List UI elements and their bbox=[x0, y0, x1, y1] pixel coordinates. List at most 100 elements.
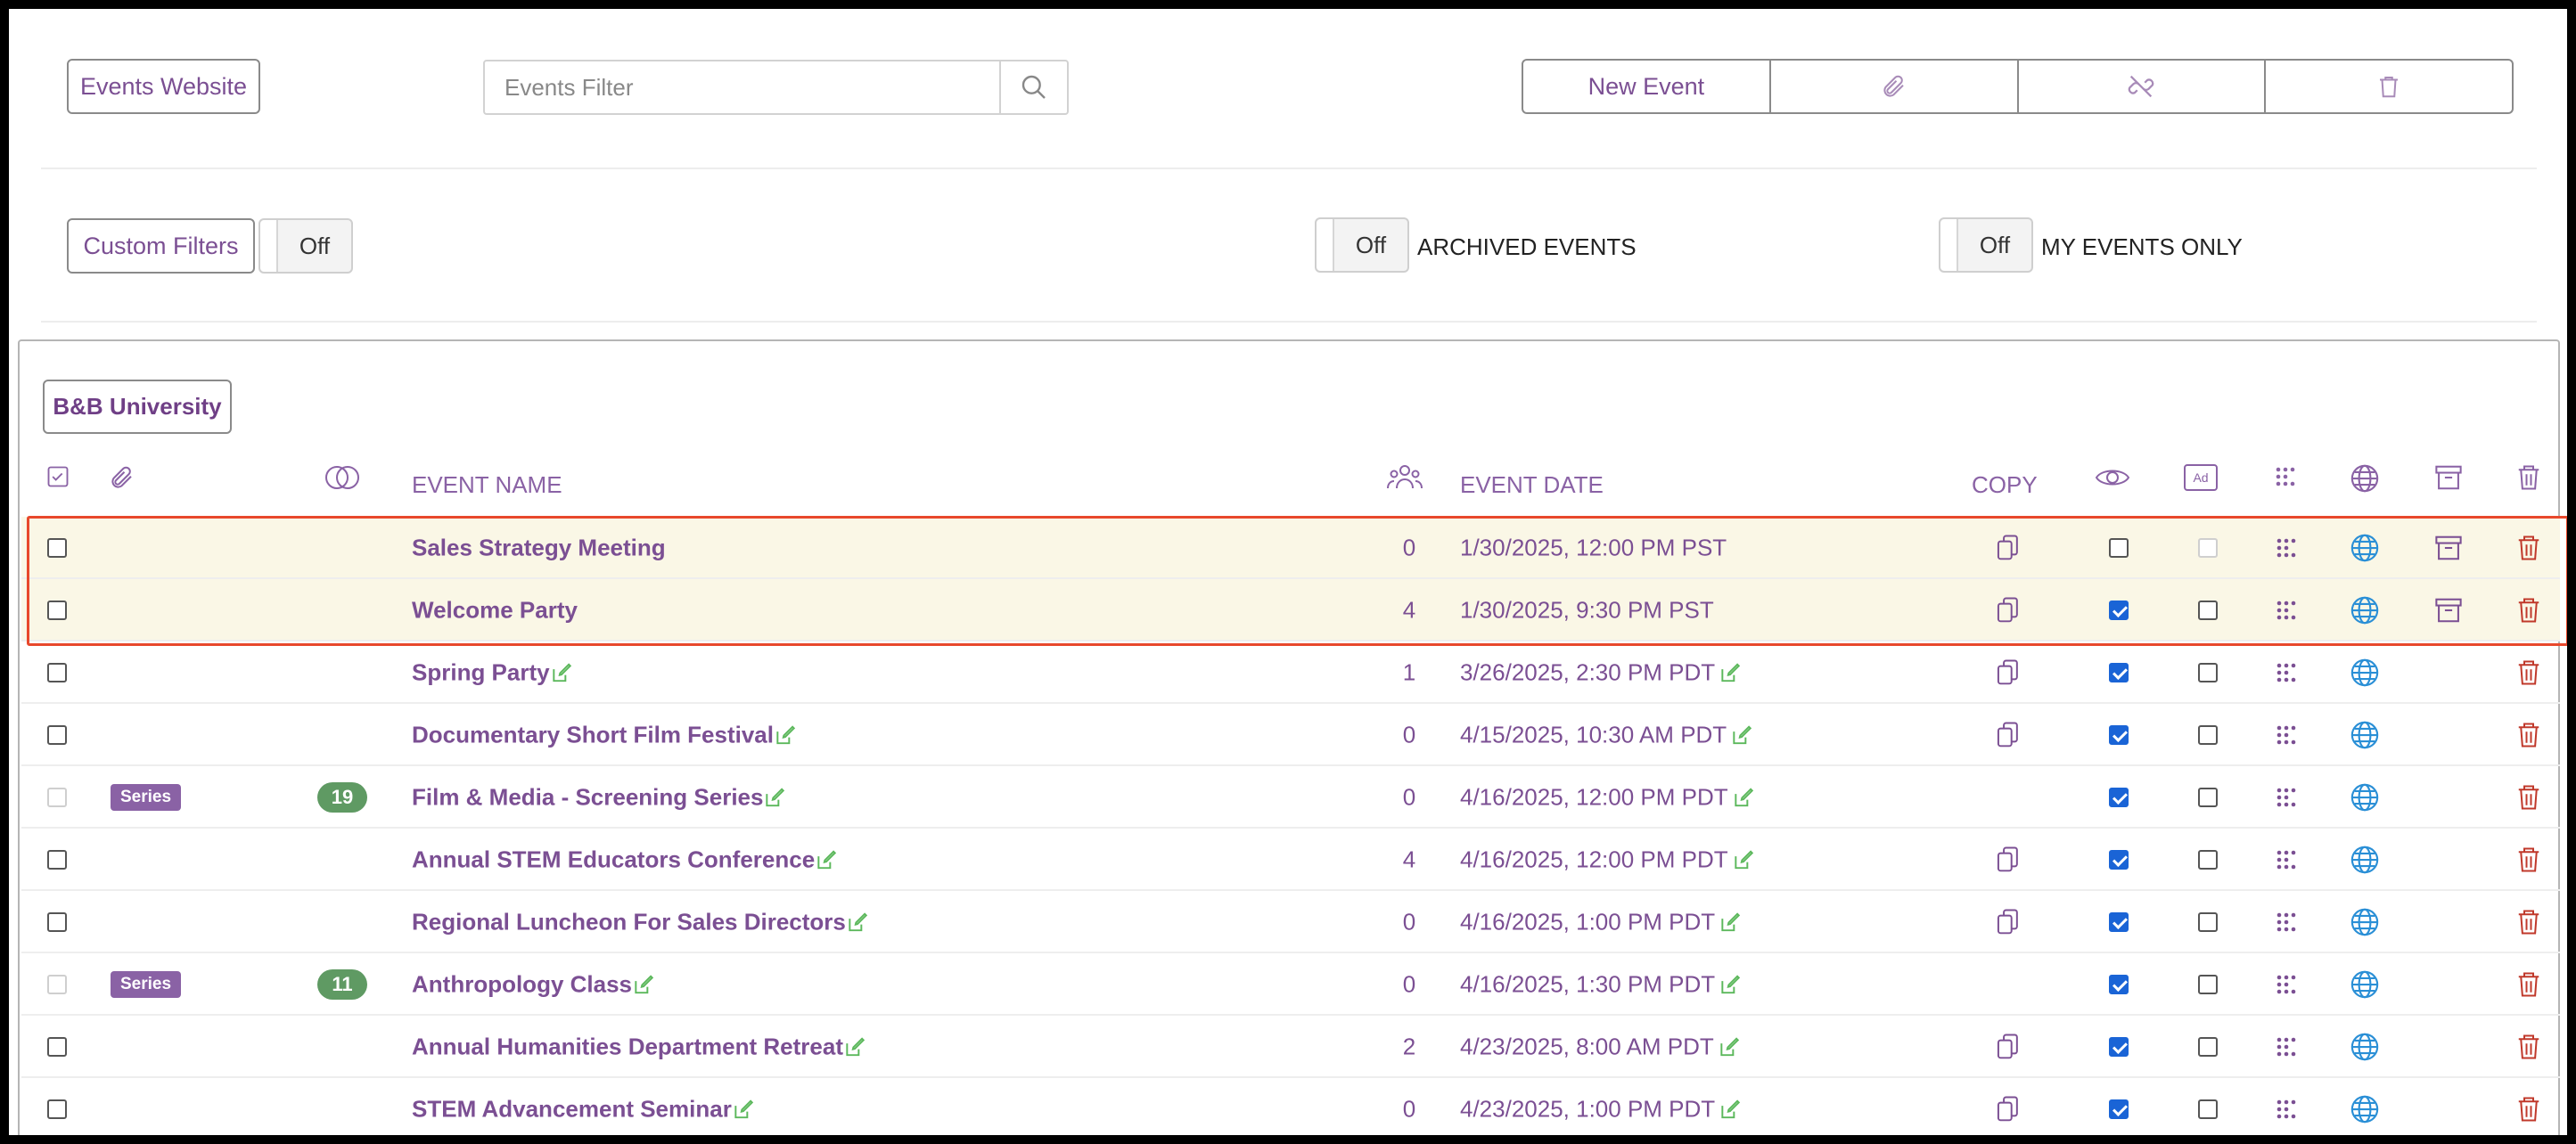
my-events-only-toggle[interactable]: Off bbox=[1939, 217, 2033, 273]
trash-icon[interactable] bbox=[2515, 595, 2542, 625]
visible-checkbox[interactable] bbox=[2109, 1037, 2129, 1057]
trash-icon[interactable] bbox=[2515, 845, 2542, 875]
event-name[interactable]: Spring Party bbox=[412, 659, 550, 687]
event-name[interactable]: STEM Advancement Seminar bbox=[412, 1096, 732, 1124]
ad-checkbox[interactable] bbox=[2198, 663, 2218, 682]
edit-icon[interactable] bbox=[774, 723, 797, 747]
event-name[interactable]: Welcome Party bbox=[412, 597, 578, 625]
trash-icon[interactable] bbox=[2515, 969, 2542, 1000]
edit-icon[interactable] bbox=[1719, 973, 1742, 996]
ad-checkbox[interactable] bbox=[2198, 788, 2218, 807]
visible-checkbox[interactable] bbox=[2109, 788, 2129, 807]
event-name-link[interactable]: Welcome Party bbox=[412, 597, 578, 625]
events-filter-input[interactable] bbox=[485, 61, 999, 113]
ad-checkbox[interactable] bbox=[2198, 912, 2218, 932]
globe-icon[interactable] bbox=[2350, 969, 2380, 1000]
trash-icon[interactable] bbox=[2515, 1032, 2542, 1062]
edit-icon[interactable] bbox=[732, 1098, 755, 1121]
event-name[interactable]: Film & Media - Screening Series bbox=[412, 784, 763, 812]
row-select-checkbox[interactable] bbox=[47, 538, 67, 558]
event-date-header[interactable]: EVENT DATE bbox=[1460, 471, 1604, 499]
event-name[interactable]: Anthropology Class bbox=[412, 971, 632, 999]
event-name-link[interactable]: Spring Party bbox=[412, 659, 573, 687]
archive-icon[interactable] bbox=[2433, 597, 2464, 624]
event-name-link[interactable]: Regional Luncheon For Sales Directors bbox=[412, 909, 869, 936]
edit-icon[interactable] bbox=[1732, 848, 1755, 871]
event-name[interactable]: Regional Luncheon For Sales Directors bbox=[412, 909, 846, 936]
custom-filters-button[interactable]: Custom Filters bbox=[67, 218, 255, 274]
delete-selected-button[interactable] bbox=[2266, 61, 2512, 112]
archive-icon[interactable] bbox=[2433, 535, 2464, 561]
edit-icon[interactable] bbox=[550, 661, 573, 684]
archived-events-toggle[interactable]: Off bbox=[1315, 217, 1409, 273]
copy-icon[interactable] bbox=[1995, 1033, 2022, 1061]
globe-icon[interactable] bbox=[2350, 595, 2380, 625]
visible-checkbox[interactable] bbox=[2109, 1099, 2129, 1119]
select-all-checkbox[interactable] bbox=[45, 464, 70, 489]
event-name-link[interactable]: Sales Strategy Meeting bbox=[412, 535, 666, 562]
visible-checkbox[interactable] bbox=[2109, 912, 2129, 932]
copy-icon[interactable] bbox=[1995, 596, 2022, 625]
search-button[interactable] bbox=[999, 61, 1067, 113]
event-name[interactable]: Documentary Short Film Festival bbox=[412, 722, 774, 749]
custom-filters-toggle[interactable]: Off bbox=[258, 218, 353, 274]
qr-dots-icon[interactable] bbox=[2277, 975, 2296, 994]
row-select-checkbox[interactable] bbox=[47, 1037, 67, 1057]
events-website-button[interactable]: Events Website bbox=[67, 59, 260, 114]
qr-dots-icon[interactable] bbox=[2277, 663, 2296, 682]
edit-icon[interactable] bbox=[1719, 1098, 1742, 1121]
edit-icon[interactable] bbox=[1718, 1035, 1741, 1058]
event-name-header[interactable]: EVENT NAME bbox=[412, 471, 562, 499]
visible-checkbox[interactable] bbox=[2109, 538, 2129, 558]
edit-icon[interactable] bbox=[846, 911, 869, 934]
event-name-link[interactable]: Annual Humanities Department Retreat bbox=[412, 1034, 866, 1061]
copy-icon[interactable] bbox=[1995, 658, 2022, 687]
globe-icon[interactable] bbox=[2350, 907, 2380, 937]
row-select-checkbox[interactable] bbox=[47, 725, 67, 745]
visible-checkbox[interactable] bbox=[2109, 663, 2129, 682]
edit-icon[interactable] bbox=[1719, 911, 1742, 934]
new-event-button[interactable]: New Event bbox=[1523, 61, 1771, 112]
qr-dots-icon[interactable] bbox=[2277, 912, 2296, 932]
ad-checkbox[interactable] bbox=[2198, 725, 2218, 745]
event-name-link[interactable]: Annual STEM Educators Conference bbox=[412, 846, 838, 874]
row-select-checkbox[interactable] bbox=[47, 912, 67, 932]
row-select-checkbox[interactable] bbox=[47, 850, 67, 870]
copy-icon[interactable] bbox=[1995, 846, 2022, 874]
edit-icon[interactable] bbox=[843, 1035, 866, 1058]
event-name-link[interactable]: Film & Media - Screening Series bbox=[412, 784, 786, 812]
organization-button[interactable]: B&B University bbox=[43, 380, 232, 434]
edit-icon[interactable] bbox=[1732, 786, 1755, 809]
qr-dots-icon[interactable] bbox=[2277, 601, 2296, 620]
globe-icon[interactable] bbox=[2350, 533, 2380, 563]
event-name-link[interactable]: STEM Advancement Seminar bbox=[412, 1096, 755, 1124]
copy-icon[interactable] bbox=[1995, 908, 2022, 936]
trash-icon[interactable] bbox=[2515, 533, 2542, 563]
qr-dots-icon[interactable] bbox=[2277, 850, 2296, 870]
event-name[interactable]: Annual Humanities Department Retreat bbox=[412, 1034, 843, 1061]
trash-icon[interactable] bbox=[2515, 907, 2542, 937]
ad-checkbox[interactable] bbox=[2198, 975, 2218, 994]
attach-button[interactable] bbox=[1771, 61, 2019, 112]
trash-icon[interactable] bbox=[2515, 1094, 2542, 1124]
trash-icon[interactable] bbox=[2515, 720, 2542, 750]
trash-icon[interactable] bbox=[2515, 782, 2542, 813]
globe-icon[interactable] bbox=[2350, 1094, 2380, 1124]
trash-icon[interactable] bbox=[2515, 658, 2542, 688]
visible-checkbox[interactable] bbox=[2109, 601, 2129, 620]
row-select-checkbox[interactable] bbox=[47, 601, 67, 620]
event-name-link[interactable]: Documentary Short Film Festival bbox=[412, 722, 797, 749]
edit-icon[interactable] bbox=[815, 848, 838, 871]
copy-icon[interactable] bbox=[1995, 534, 2022, 562]
qr-dots-icon[interactable] bbox=[2277, 1099, 2296, 1119]
unlink-button[interactable] bbox=[2019, 61, 2267, 112]
ad-checkbox[interactable] bbox=[2198, 1099, 2218, 1119]
row-select-checkbox[interactable] bbox=[47, 663, 67, 682]
globe-icon[interactable] bbox=[2350, 782, 2380, 813]
globe-icon[interactable] bbox=[2350, 1032, 2380, 1062]
edit-icon[interactable] bbox=[1719, 661, 1742, 684]
copy-icon[interactable] bbox=[1995, 1095, 2022, 1124]
ad-checkbox[interactable] bbox=[2198, 1037, 2218, 1057]
row-select-checkbox[interactable] bbox=[47, 1099, 67, 1119]
qr-dots-icon[interactable] bbox=[2277, 1037, 2296, 1057]
